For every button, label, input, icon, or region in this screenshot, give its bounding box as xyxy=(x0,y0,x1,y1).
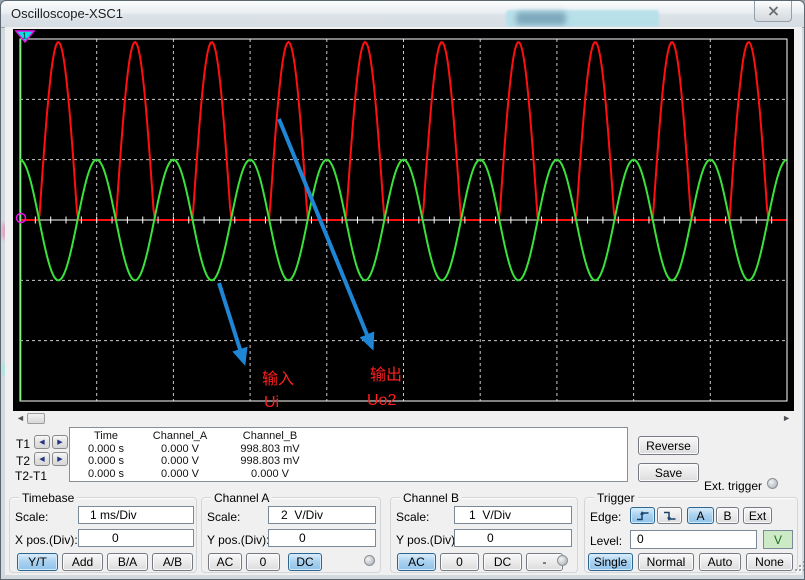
trigger-normal-button[interactable]: Normal xyxy=(638,553,694,571)
t1-left-button[interactable]: ◀ xyxy=(34,435,50,449)
channel-a-connector[interactable] xyxy=(364,555,375,566)
channel-a-ypos-label: Y pos.(Div): xyxy=(207,533,269,547)
channel-b-group: Channel B Scale: 1 V/Div Y pos.(Div): 0 … xyxy=(390,497,578,573)
timebase-scale-label: Scale: xyxy=(15,510,48,524)
scope-display[interactable]: 1 输入 Ui 输出 Uo2 xyxy=(13,29,794,411)
timebase-xpos-input[interactable]: 0 xyxy=(78,529,194,547)
channel-a-ypos-input[interactable]: 0 xyxy=(268,529,376,547)
cursor-t2t1-label: T2-T1 xyxy=(15,469,47,483)
channel-b-scale-input[interactable]: 1 V/Div xyxy=(454,506,572,524)
channel-b-legend: Channel B xyxy=(400,491,462,505)
timebase-group: Timebase Scale: 1 ms/Div X pos.(Div): 0 … xyxy=(9,497,197,573)
t1-time: 0.000 s xyxy=(70,443,142,456)
channel-b-ypos-input[interactable]: 0 xyxy=(454,529,572,547)
cursor-1-number: 1 xyxy=(22,32,27,41)
t1-chb: 998.803 mV xyxy=(218,443,322,456)
save-button[interactable]: Save xyxy=(638,463,699,482)
table-header-row: Time Channel_A Channel_B xyxy=(70,430,627,443)
close-button[interactable] xyxy=(754,1,792,22)
col-header-cha: Channel_A xyxy=(142,430,218,443)
trigger-level-label: Level: xyxy=(590,534,622,548)
t2-right-button[interactable]: ▶ xyxy=(52,452,68,466)
horizontal-scrollbar[interactable]: ◄ ► xyxy=(13,411,794,426)
channel-b-ypos-label: Y pos.(Div): xyxy=(396,533,458,547)
add-mode-button[interactable]: Add xyxy=(62,553,103,571)
channel-b-connector[interactable] xyxy=(557,555,568,566)
table-row: 0.000 s 0.000 V 998.803 mV xyxy=(70,455,627,468)
measurement-table: Time Channel_A Channel_B 0.000 s 0.000 V… xyxy=(70,430,627,480)
t1-right-button[interactable]: ▶ xyxy=(52,435,68,449)
col-header-time: Time xyxy=(70,430,142,443)
channel-b-0-button[interactable]: 0 xyxy=(440,553,479,571)
channel-a-group: Channel A Scale: 2 V/Div Y pos.(Div): 0 … xyxy=(201,497,381,573)
t2t1-chb: 0.000 V xyxy=(218,468,322,481)
ba-mode-button[interactable]: B/A xyxy=(107,553,148,571)
trigger-level-unit-select[interactable]: V xyxy=(763,530,793,549)
col-header-chb: Channel_B xyxy=(218,430,322,443)
annotation-input-label: 输入 xyxy=(262,371,294,388)
background-artifact xyxy=(516,12,566,25)
trigger-none-button[interactable]: None xyxy=(746,553,793,571)
annotation-output-label: 输出 xyxy=(370,367,402,384)
left-arrow-icon: ◀ xyxy=(39,455,44,463)
channel-b-ac-button[interactable]: AC xyxy=(397,553,436,571)
cursor-t1-label: T1 xyxy=(16,437,30,451)
t1-cha: 0.000 V xyxy=(142,443,218,456)
ext-trigger-label: Ext. trigger xyxy=(704,479,762,493)
trigger-level-input[interactable]: 0 xyxy=(630,530,757,549)
resize-grip[interactable] xyxy=(795,561,805,575)
table-row: 0.000 s 0.000 V 0.000 V xyxy=(70,468,627,481)
channel-a-scale-label: Scale: xyxy=(207,510,240,524)
channel-a-legend: Channel A xyxy=(211,491,272,505)
channel-b-scale-label: Scale: xyxy=(396,510,429,524)
oscilloscope-window: Oscilloscope-XSC1 1 输入 Ui 输出 Uo2 ◄ ► T1 … xyxy=(0,0,805,580)
left-arrow-icon: ◀ xyxy=(39,438,44,446)
cursor-t2-label: T2 xyxy=(16,454,30,468)
scrollbar-thumb[interactable] xyxy=(27,413,45,424)
right-arrow-icon: ▶ xyxy=(57,438,62,446)
trigger-group: Trigger Edge: A B Ext Level: 0 V Si xyxy=(584,497,798,573)
annotation-output-symbol: Uo2 xyxy=(367,392,396,409)
channel-a-0-button[interactable]: 0 xyxy=(246,553,280,571)
channel-a-dc-button[interactable]: DC xyxy=(288,553,322,571)
falling-edge-button[interactable] xyxy=(657,507,682,524)
scroll-right-icon[interactable]: ► xyxy=(782,412,791,425)
timebase-xpos-label: X pos.(Div): xyxy=(15,533,78,547)
table-row: 0.000 s 0.000 V 998.803 mV xyxy=(70,443,627,456)
title-bar[interactable]: Oscilloscope-XSC1 xyxy=(1,1,804,28)
channel-a-ac-button[interactable]: AC xyxy=(208,553,242,571)
trigger-source-ext-button[interactable]: Ext xyxy=(743,507,772,524)
close-icon xyxy=(768,6,779,16)
t2t1-time: 0.000 s xyxy=(70,468,142,481)
rising-edge-button[interactable] xyxy=(630,507,655,524)
t2-chb: 998.803 mV xyxy=(218,455,322,468)
reverse-button[interactable]: Reverse xyxy=(638,436,699,455)
t2t1-cha: 0.000 V xyxy=(142,468,218,481)
t2-left-button[interactable]: ◀ xyxy=(34,452,50,466)
trigger-single-button[interactable]: Single xyxy=(588,553,633,571)
trigger-source-a-button[interactable]: A xyxy=(687,507,714,524)
right-arrow-icon: ▶ xyxy=(57,455,62,463)
scroll-left-icon[interactable]: ◄ xyxy=(16,412,25,425)
measurement-readout: Time Channel_A Channel_B 0.000 s 0.000 V… xyxy=(69,427,628,482)
annotation-input-symbol: Ui xyxy=(264,394,279,411)
rising-edge-icon xyxy=(636,510,650,522)
t2-time: 0.000 s xyxy=(70,455,142,468)
window-title: Oscilloscope-XSC1 xyxy=(11,6,123,21)
channel-b-dc-button[interactable]: DC xyxy=(483,553,522,571)
yt-mode-button[interactable]: Y/T xyxy=(17,553,58,571)
ext-trigger-connector[interactable] xyxy=(767,478,778,489)
scope-canvas: 1 xyxy=(13,29,794,411)
channel-a-scale-input[interactable]: 2 V/Div xyxy=(268,506,376,524)
timebase-scale-input[interactable]: 1 ms/Div xyxy=(78,506,194,524)
falling-edge-icon xyxy=(663,510,677,522)
trigger-legend: Trigger xyxy=(594,491,638,505)
ab-mode-button[interactable]: A/B xyxy=(152,553,193,571)
timebase-legend: Timebase xyxy=(19,491,77,505)
client-area: 1 输入 Ui 输出 Uo2 ◄ ► T1 ◀ ▶ T2 ◀ ▶ T2-T1 xyxy=(5,27,802,575)
trigger-auto-button[interactable]: Auto xyxy=(699,553,741,571)
t2-cha: 0.000 V xyxy=(142,455,218,468)
trigger-edge-label: Edge: xyxy=(590,510,621,524)
trigger-source-b-button[interactable]: B xyxy=(716,507,739,524)
